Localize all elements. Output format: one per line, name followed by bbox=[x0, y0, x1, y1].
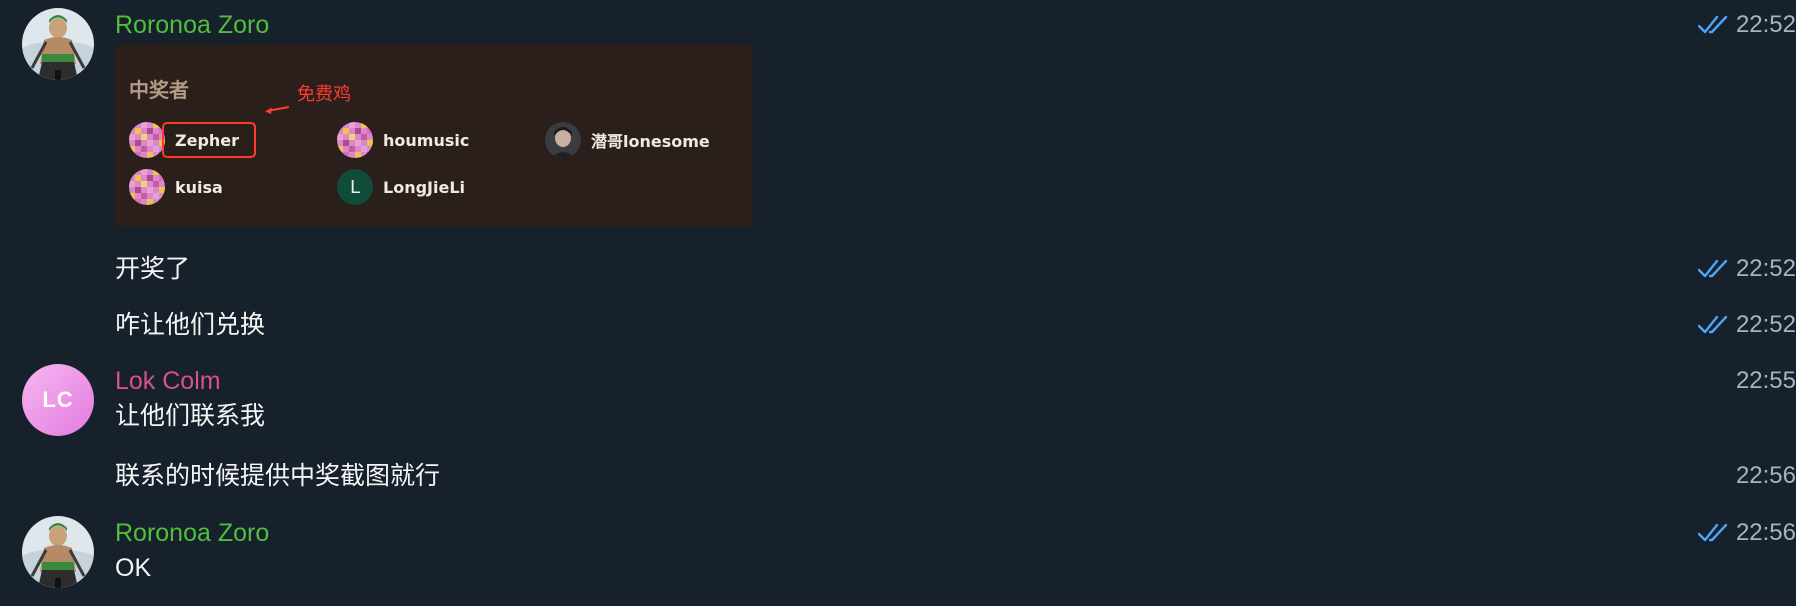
read-check-icon bbox=[1698, 522, 1730, 544]
winner-name: kuisa bbox=[175, 177, 223, 197]
sender-name[interactable]: Roronoa Zoro bbox=[115, 518, 269, 548]
avatar-roronoa-zoro[interactable] bbox=[22, 8, 94, 80]
message-time: 22:56 bbox=[1736, 461, 1796, 491]
annotation-arrow-icon bbox=[265, 106, 290, 114]
time-text: 22:55 bbox=[1735, 367, 1796, 394]
message-text: 咋让他们兑换 bbox=[115, 311, 266, 339]
winner-item: kuisa bbox=[129, 169, 223, 205]
chat-history: Roronoa Zoro 22:52 中奖者 免费鸡 Zepher houmus… bbox=[0, 0, 1796, 606]
time-text: 22:56 bbox=[1735, 462, 1796, 489]
avatar-roronoa-zoro[interactable] bbox=[22, 516, 94, 588]
time-text: 22:52 bbox=[1735, 311, 1796, 338]
winner-avatar bbox=[545, 122, 581, 158]
message-time: 22:52 bbox=[1698, 310, 1796, 340]
winner-name: houmusic bbox=[383, 130, 470, 150]
winner-avatar bbox=[337, 122, 373, 158]
time-text: 22:52 bbox=[1735, 255, 1796, 282]
winner-avatar bbox=[129, 122, 165, 158]
message-time: 22:56 bbox=[1698, 518, 1796, 548]
winner-name: LongJieLi bbox=[383, 177, 465, 197]
sender-name[interactable]: Roronoa Zoro bbox=[115, 10, 269, 40]
time-text: 22:56 bbox=[1735, 519, 1796, 546]
message-time: 22:55 bbox=[1736, 366, 1796, 396]
read-check-icon bbox=[1698, 314, 1730, 336]
winner-item: L LongJieLi bbox=[337, 169, 465, 205]
message-text: 让他们联系我 bbox=[115, 402, 266, 430]
message-text: 联系的时候提供中奖截图就行 bbox=[115, 462, 441, 490]
winner-item: houmusic bbox=[337, 122, 469, 158]
message-text: OK bbox=[115, 554, 152, 582]
read-check-icon bbox=[1698, 14, 1730, 36]
winner-avatar: L bbox=[337, 169, 373, 205]
message-text: 开奖了 bbox=[115, 255, 191, 283]
winner-avatar bbox=[129, 169, 165, 205]
message-time: 22:52 bbox=[1698, 10, 1796, 40]
embed-title: 中奖者 bbox=[129, 78, 189, 102]
time-text: 22:52 bbox=[1735, 11, 1796, 38]
winner-item: 潜哥lonesome bbox=[545, 122, 710, 158]
annotation-label: 免费鸡 bbox=[297, 84, 351, 105]
winner-name: 潜哥lonesome bbox=[591, 132, 710, 151]
winners-screenshot[interactable]: 中奖者 免费鸡 Zepher houmusic 潜哥lonesome kuisa… bbox=[115, 44, 753, 227]
read-check-icon bbox=[1698, 258, 1730, 280]
message-time: 22:52 bbox=[1698, 254, 1796, 284]
avatar-lok-colm[interactable]: LC bbox=[22, 364, 94, 436]
sender-name[interactable]: Lok Colm bbox=[115, 366, 221, 396]
highlight-box bbox=[162, 122, 256, 158]
